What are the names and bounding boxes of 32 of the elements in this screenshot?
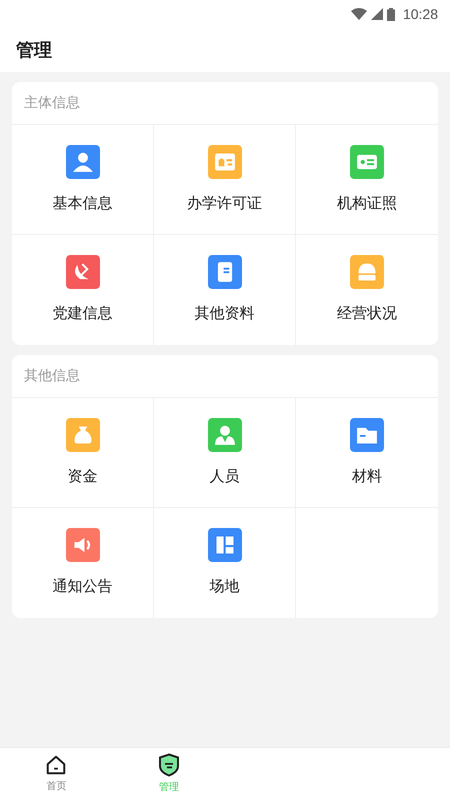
menu-tile[interactable]: 资金 xyxy=(12,398,154,508)
tile-label: 其他资料 xyxy=(194,303,254,324)
menu-tile[interactable]: 场地 xyxy=(154,508,296,618)
page-title: 管理 xyxy=(16,38,52,62)
section-title: 主体信息 xyxy=(24,94,80,112)
menu-tile[interactable]: 其他资料 xyxy=(154,235,296,345)
tile-label: 基本信息 xyxy=(52,192,112,214)
menu-tile[interactable]: 机构证照 xyxy=(296,125,438,235)
tile-label: 场地 xyxy=(210,576,240,598)
menu-tile[interactable]: 通知公告 xyxy=(12,508,154,618)
menu-tile[interactable]: 基本信息 xyxy=(12,125,154,235)
wifi-icon xyxy=(350,8,367,20)
menu-tile[interactable]: 办学许可证 xyxy=(154,125,296,235)
tile-label: 党建信息 xyxy=(52,303,112,324)
section-title: 其他信息 xyxy=(24,366,80,386)
menu-tile[interactable]: 经营状况 xyxy=(296,235,438,345)
menu-tile[interactable]: 材料 xyxy=(296,398,438,508)
tile-label: 人员 xyxy=(210,466,240,487)
tile-label: 经营状况 xyxy=(337,303,397,324)
shield-icon xyxy=(158,753,180,777)
home-icon xyxy=(45,754,68,776)
menu-tile[interactable]: 党建信息 xyxy=(12,235,154,345)
tile-label: 资金 xyxy=(68,466,98,487)
menu-tile[interactable]: 人员 xyxy=(154,398,296,508)
status-time: 10:28 xyxy=(402,4,438,24)
tile-label: 办学许可证 xyxy=(187,192,262,214)
signal-icon xyxy=(370,8,383,20)
tile-label: 通知公告 xyxy=(52,576,112,598)
battery-icon xyxy=(386,8,395,20)
tile-label: 机构证照 xyxy=(337,192,397,214)
tile-label: 材料 xyxy=(352,466,382,487)
nav-tab[interactable]: 首页 xyxy=(0,748,112,800)
